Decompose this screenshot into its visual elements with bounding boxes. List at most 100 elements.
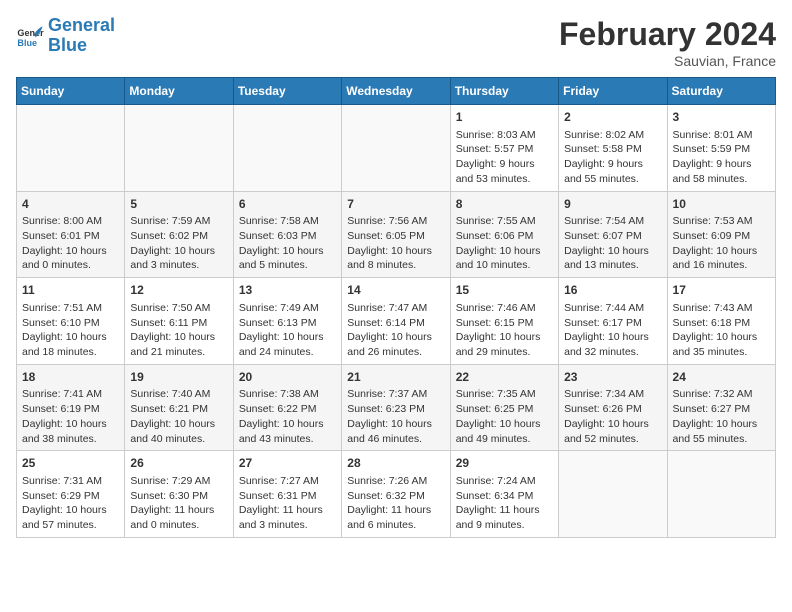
day-info: Sunset: 6:14 PM [347, 316, 444, 331]
day-info: Sunset: 6:22 PM [239, 402, 336, 417]
day-header-thursday: Thursday [450, 78, 558, 105]
day-info: and 6 minutes. [347, 518, 444, 533]
day-info: and 55 minutes. [564, 172, 661, 187]
day-info: Sunset: 6:30 PM [130, 489, 227, 504]
calendar-cell: 22Sunrise: 7:35 AMSunset: 6:25 PMDayligh… [450, 364, 558, 451]
day-info: Daylight: 9 hours [673, 157, 770, 172]
day-info: Sunset: 6:34 PM [456, 489, 553, 504]
day-info: Sunrise: 8:03 AM [456, 128, 553, 143]
day-info: Sunrise: 7:24 AM [456, 474, 553, 489]
day-info: Sunrise: 7:50 AM [130, 301, 227, 316]
day-info: Sunset: 6:19 PM [22, 402, 119, 417]
day-info: Daylight: 10 hours [456, 244, 553, 259]
day-info: Daylight: 9 hours [456, 157, 553, 172]
day-info: Daylight: 10 hours [673, 330, 770, 345]
day-info: Sunrise: 7:53 AM [673, 214, 770, 229]
day-info: and 55 minutes. [673, 432, 770, 447]
day-info: Sunset: 6:26 PM [564, 402, 661, 417]
day-info: Sunset: 6:06 PM [456, 229, 553, 244]
day-number: 16 [564, 282, 661, 299]
day-info: Sunrise: 7:29 AM [130, 474, 227, 489]
calendar-cell: 29Sunrise: 7:24 AMSunset: 6:34 PMDayligh… [450, 451, 558, 538]
day-info: Daylight: 10 hours [130, 244, 227, 259]
day-number: 24 [673, 369, 770, 386]
day-header-sunday: Sunday [17, 78, 125, 105]
calendar-cell: 21Sunrise: 7:37 AMSunset: 6:23 PMDayligh… [342, 364, 450, 451]
day-info: and 0 minutes. [22, 258, 119, 273]
day-number: 28 [347, 455, 444, 472]
calendar-cell: 28Sunrise: 7:26 AMSunset: 6:32 PMDayligh… [342, 451, 450, 538]
day-info: Daylight: 10 hours [673, 244, 770, 259]
calendar-cell: 9Sunrise: 7:54 AMSunset: 6:07 PMDaylight… [559, 191, 667, 278]
day-number: 13 [239, 282, 336, 299]
day-header-friday: Friday [559, 78, 667, 105]
day-info: Sunset: 6:05 PM [347, 229, 444, 244]
calendar-cell: 25Sunrise: 7:31 AMSunset: 6:29 PMDayligh… [17, 451, 125, 538]
day-info: and 46 minutes. [347, 432, 444, 447]
calendar-cell: 5Sunrise: 7:59 AMSunset: 6:02 PMDaylight… [125, 191, 233, 278]
day-info: Sunrise: 7:58 AM [239, 214, 336, 229]
day-info: Daylight: 10 hours [564, 330, 661, 345]
day-number: 7 [347, 196, 444, 213]
day-number: 20 [239, 369, 336, 386]
day-info: Sunrise: 7:47 AM [347, 301, 444, 316]
calendar-cell: 3Sunrise: 8:01 AMSunset: 5:59 PMDaylight… [667, 105, 775, 192]
day-info: and 52 minutes. [564, 432, 661, 447]
day-info: Daylight: 10 hours [347, 417, 444, 432]
title-block: February 2024 Sauvian, France [559, 16, 776, 69]
day-info: and 18 minutes. [22, 345, 119, 360]
day-header-tuesday: Tuesday [233, 78, 341, 105]
calendar-cell: 11Sunrise: 7:51 AMSunset: 6:10 PMDayligh… [17, 278, 125, 365]
calendar-table: SundayMondayTuesdayWednesdayThursdayFrid… [16, 77, 776, 538]
day-info: Daylight: 11 hours [130, 503, 227, 518]
day-number: 10 [673, 196, 770, 213]
day-info: Sunrise: 7:40 AM [130, 387, 227, 402]
day-info: and 5 minutes. [239, 258, 336, 273]
day-info: Sunrise: 7:54 AM [564, 214, 661, 229]
day-info: Sunset: 6:32 PM [347, 489, 444, 504]
calendar-cell: 17Sunrise: 7:43 AMSunset: 6:18 PMDayligh… [667, 278, 775, 365]
calendar-cell [667, 451, 775, 538]
day-info: Sunset: 6:27 PM [673, 402, 770, 417]
calendar-cell: 23Sunrise: 7:34 AMSunset: 6:26 PMDayligh… [559, 364, 667, 451]
day-info: and 35 minutes. [673, 345, 770, 360]
day-info: and 57 minutes. [22, 518, 119, 533]
calendar-cell [559, 451, 667, 538]
day-info: Daylight: 10 hours [22, 417, 119, 432]
day-info: and 49 minutes. [456, 432, 553, 447]
calendar-cell: 4Sunrise: 8:00 AMSunset: 6:01 PMDaylight… [17, 191, 125, 278]
calendar-cell [125, 105, 233, 192]
calendar-cell: 24Sunrise: 7:32 AMSunset: 6:27 PMDayligh… [667, 364, 775, 451]
calendar-cell: 16Sunrise: 7:44 AMSunset: 6:17 PMDayligh… [559, 278, 667, 365]
day-info: and 10 minutes. [456, 258, 553, 273]
day-info: Daylight: 10 hours [456, 417, 553, 432]
day-number: 22 [456, 369, 553, 386]
day-number: 27 [239, 455, 336, 472]
day-info: and 13 minutes. [564, 258, 661, 273]
day-info: and 58 minutes. [673, 172, 770, 187]
day-header-monday: Monday [125, 78, 233, 105]
day-info: and 3 minutes. [130, 258, 227, 273]
logo-icon: General Blue [16, 22, 44, 50]
calendar-cell: 20Sunrise: 7:38 AMSunset: 6:22 PMDayligh… [233, 364, 341, 451]
day-number: 25 [22, 455, 119, 472]
day-info: and 0 minutes. [130, 518, 227, 533]
day-info: Daylight: 10 hours [239, 244, 336, 259]
day-info: Sunrise: 7:41 AM [22, 387, 119, 402]
page-header: General Blue GeneralBlue February 2024 S… [16, 16, 776, 69]
day-number: 21 [347, 369, 444, 386]
day-info: Sunrise: 7:46 AM [456, 301, 553, 316]
day-number: 8 [456, 196, 553, 213]
day-info: Sunset: 6:29 PM [22, 489, 119, 504]
calendar-cell [342, 105, 450, 192]
day-info: and 9 minutes. [456, 518, 553, 533]
day-number: 26 [130, 455, 227, 472]
day-number: 29 [456, 455, 553, 472]
location: Sauvian, France [559, 53, 776, 69]
day-info: Sunrise: 7:37 AM [347, 387, 444, 402]
day-number: 11 [22, 282, 119, 299]
day-number: 15 [456, 282, 553, 299]
calendar-cell: 10Sunrise: 7:53 AMSunset: 6:09 PMDayligh… [667, 191, 775, 278]
day-info: and 43 minutes. [239, 432, 336, 447]
day-info: Daylight: 10 hours [456, 330, 553, 345]
